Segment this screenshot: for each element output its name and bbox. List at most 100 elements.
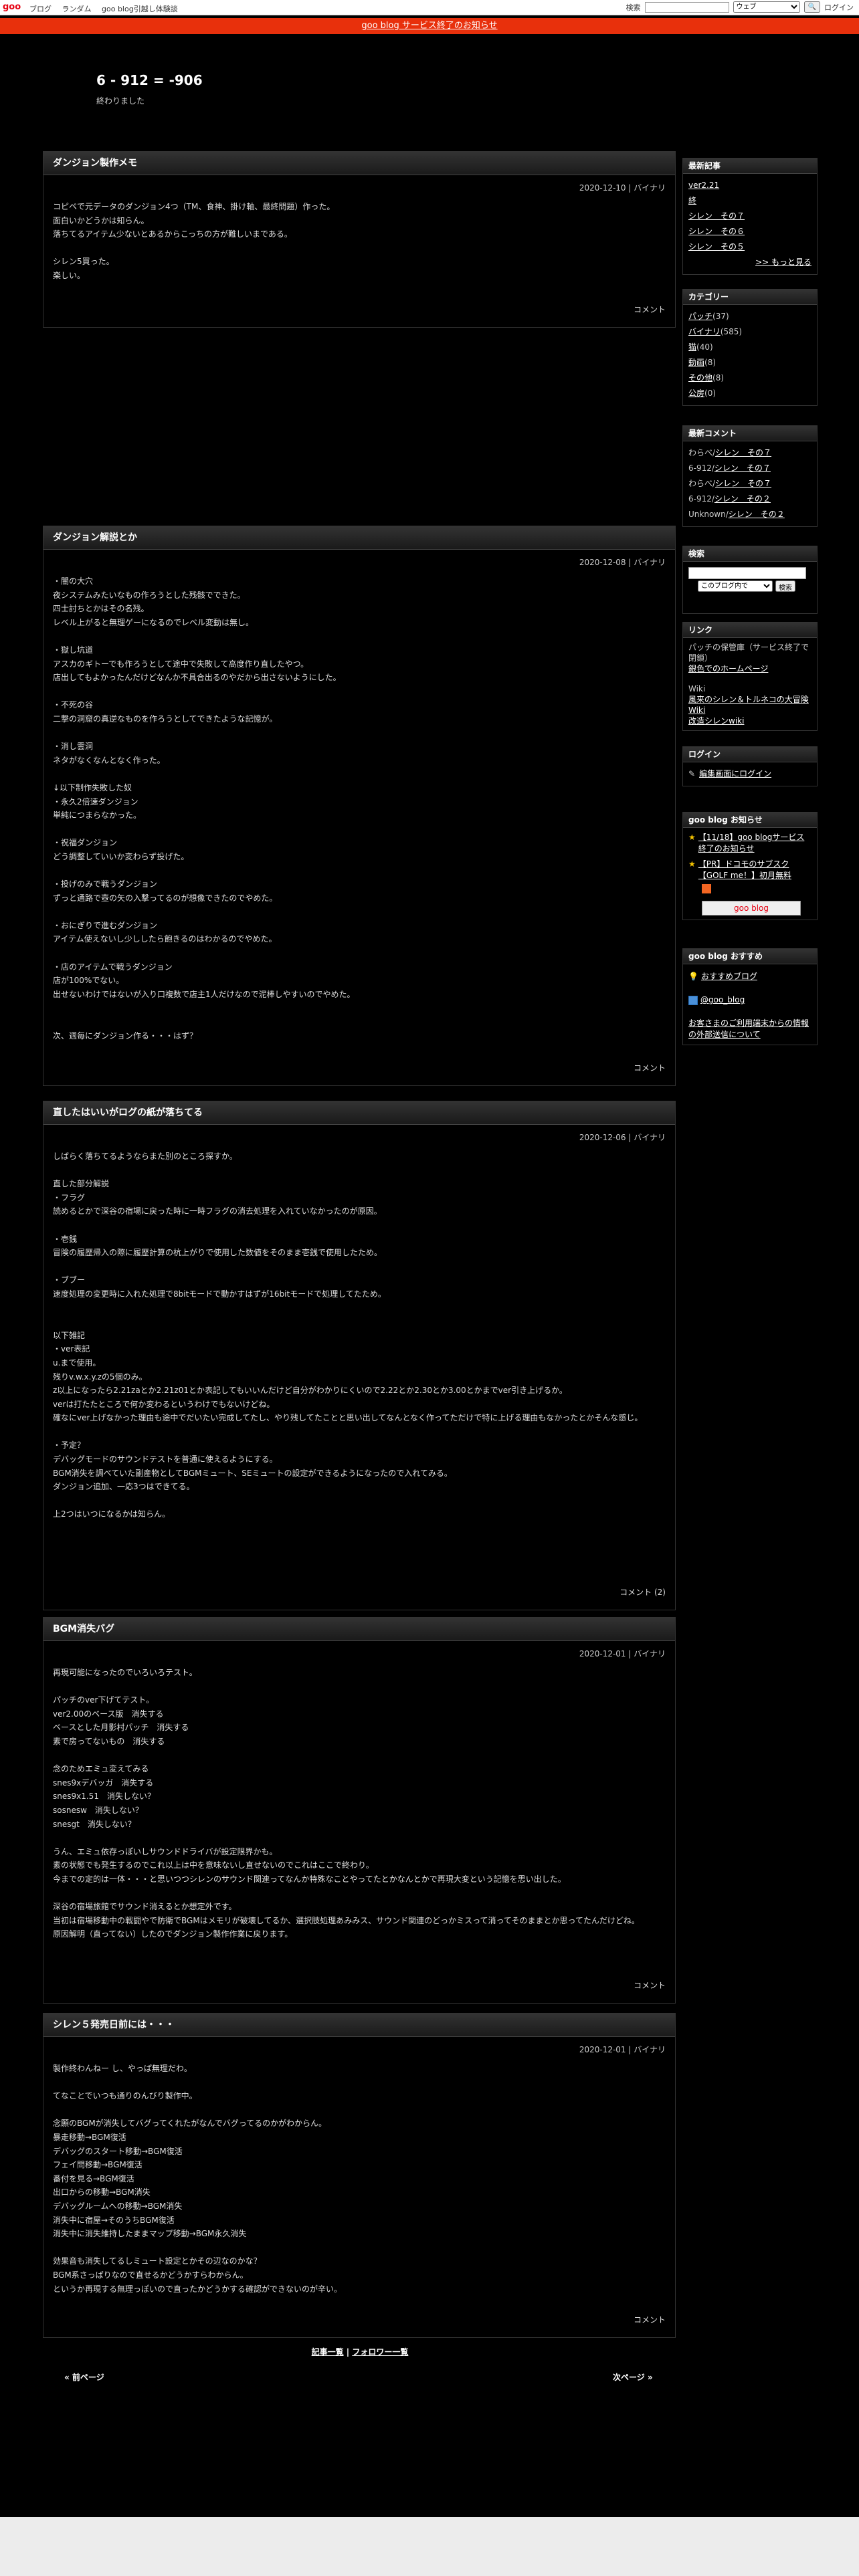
comment-link[interactable]: コメント	[634, 1062, 666, 1073]
search-heading: 検索	[683, 546, 817, 562]
article-meta[interactable]: 2020-12-01 | バイナリ	[43, 1641, 675, 1659]
goo-logo[interactable]: goo	[3, 2, 21, 12]
category-count: (8)	[704, 358, 717, 367]
comment-author: Unknown/	[688, 510, 729, 519]
blog-search-button[interactable]: 検索	[775, 580, 795, 592]
toolbar-search-button[interactable]: 🔍	[803, 1, 820, 13]
comment-link[interactable]: コメント	[634, 304, 666, 315]
article-list-link[interactable]: 記事一覧	[312, 2347, 344, 2357]
pager-separator: |	[346, 2347, 350, 2357]
comment-link[interactable]: コメント	[634, 1979, 666, 1991]
article-body: しばらく落ちてるようならまた別のところ探すか。 直した部分解説 ・フラグ 読める…	[53, 1152, 643, 1519]
toolbar-nav: ブログ ランダム goo blog引越し体験談	[29, 3, 186, 14]
article-body: 製作終わんねー し、やっぱ無理だわ。 てなことでいつも通りのんびり製作中。 念願…	[53, 2064, 343, 2294]
shiren-wiki-link[interactable]: 風来のシレン＆トルネコの大冒険 Wiki	[688, 695, 809, 715]
comment-link[interactable]: コメント (2)	[619, 1586, 666, 1598]
rss-icon[interactable]	[702, 884, 711, 893]
category-link[interactable]: 公房	[688, 389, 704, 398]
edit-login-link[interactable]: 編集画面にログイン	[699, 769, 771, 778]
article-meta[interactable]: 2020-12-08 | バイナリ	[43, 550, 675, 568]
wiki-label: Wiki	[688, 684, 706, 693]
link-note: パッチの保管庫（サービス終了で閉鎖）	[688, 643, 809, 663]
comment-article-link[interactable]: シレン その７	[715, 448, 771, 457]
goo-blog-button[interactable]: goo blog	[702, 901, 801, 916]
category-count: (40)	[696, 342, 713, 352]
star-icon: ★	[688, 833, 696, 842]
article-meta[interactable]: 2020-12-06 | バイナリ	[43, 1125, 675, 1143]
links-box: リンク パッチの保管庫（サービス終了で閉鎖） 銀色でのホームページ Wiki 風…	[682, 622, 818, 731]
article-title[interactable]: 直したはいいがログの紙が落ちてる	[43, 1101, 675, 1125]
mod-wiki-link[interactable]: 改造シレンwiki	[688, 716, 744, 726]
recent-articles-heading: 最新記事	[683, 158, 817, 174]
article-meta[interactable]: 2020-12-01 | バイナリ	[43, 2037, 675, 2055]
nav-blog[interactable]: ブログ	[29, 5, 52, 13]
comment-article-link[interactable]: シレン その７	[714, 463, 771, 473]
lightbulb-icon: 💡	[688, 972, 698, 981]
search-box: 検索 このブログ内で 検索	[682, 546, 818, 614]
more-articles-link[interactable]: >> もっと見る	[755, 257, 812, 267]
category-link[interactable]: パッチ	[688, 312, 712, 321]
toolbar-search-input[interactable]	[644, 1, 729, 13]
comment-author: わらべ/	[688, 448, 716, 457]
nav-migration[interactable]: goo blog引越し体験談	[102, 5, 178, 13]
homepage-link[interactable]: 銀色でのホームページ	[688, 664, 768, 673]
article: シレン５発売日前には・・・ 2020-12-01 | バイナリ 製作終わんねー …	[43, 2013, 676, 2338]
article-title[interactable]: シレン５発売日前には・・・	[43, 2014, 675, 2037]
article-body: 再現可能になったのでいろいろテスト。 パッチのver下げてテスト。 ver2.0…	[53, 1668, 640, 1939]
blog-search-scope[interactable]: このブログ内で	[698, 580, 773, 592]
recommend-blog-link[interactable]: おすすめブログ	[701, 972, 757, 981]
login-link[interactable]: ログイン	[824, 2, 854, 13]
service-end-link[interactable]: goo blog サービス終了のお知らせ	[361, 21, 497, 31]
article-title[interactable]: ダンジョン解説とか	[43, 526, 675, 550]
recent-article-link[interactable]: シレン その７	[688, 211, 745, 221]
docomo-pr-link[interactable]: 【PR】ドコモのサブスク【GOLF me！】初月無料	[698, 859, 812, 881]
category-count: (37)	[712, 312, 729, 321]
article: ダンジョン解説とか 2020-12-08 | バイナリ ・闇の大穴 夜システムみ…	[43, 526, 676, 1086]
external-transmission-link[interactable]: お客さまのご利用端末からの情報の外部送信について	[688, 1018, 809, 1039]
search-label: 検索	[626, 3, 641, 12]
article-meta[interactable]: 2020-12-10 | バイナリ	[43, 175, 675, 193]
next-page-link[interactable]: 次ページ »	[613, 2371, 653, 2383]
comment-article-link[interactable]: シレン その２	[714, 494, 771, 504]
categories-box: カテゴリー パッチ(37) バイナリ(585) 猫(40) 動画(8) その他(…	[682, 289, 818, 406]
category-link[interactable]: バイナリ	[688, 327, 721, 336]
recent-article-link[interactable]: シレン その６	[688, 227, 745, 236]
nav-random[interactable]: ランダム	[62, 5, 92, 13]
recent-comments-heading: 最新コメント	[683, 426, 817, 441]
search-scope-select[interactable]: ウェブ	[733, 1, 800, 13]
follower-list-link[interactable]: フォロワー一覧	[352, 2347, 408, 2357]
goo-toolbar: goo ブログ ランダム goo blog引越し体験談 検索 ウェブ 🔍 ログイ…	[0, 0, 859, 15]
recommend-box: goo blog おすすめ 💡 おすすめブログ @goo_blog お客さまのご利…	[682, 948, 818, 1045]
comment-article-link[interactable]: シレン その７	[715, 479, 771, 488]
goo-notice-heading: goo blog お知らせ	[683, 813, 817, 828]
article-title[interactable]: ダンジョン製作メモ	[43, 152, 675, 175]
toolbar-right: 検索 ウェブ 🔍 ログイン	[626, 1, 854, 13]
twitter-icon	[688, 995, 698, 1005]
comment-author: わらべ/	[688, 479, 716, 488]
login-heading: ログイン	[683, 747, 817, 762]
recent-article-link[interactable]: ver2.21	[688, 181, 719, 190]
category-link[interactable]: 動画	[688, 358, 704, 367]
category-link[interactable]: その他	[688, 373, 712, 383]
goo-blog-twitter-link[interactable]: @goo_blog	[700, 995, 745, 1004]
comment-article-link[interactable]: シレン その２	[729, 510, 785, 519]
comment-link[interactable]: コメント	[634, 2314, 666, 2325]
category-count: (8)	[712, 373, 725, 383]
blog-search-input[interactable]	[688, 567, 806, 579]
goo-notice-link[interactable]: 【11/18】goo blogサービス終了のお知らせ	[698, 832, 812, 855]
goo-notice-box: goo blog お知らせ ★ 【11/18】goo blogサービス終了のお知ら…	[682, 812, 818, 920]
category-link[interactable]: 猫	[688, 342, 696, 352]
article-title[interactable]: BGM消失バグ	[43, 1618, 675, 1641]
recent-article-link[interactable]: シレン その５	[688, 242, 745, 251]
blog-description: 終わりました	[96, 96, 145, 106]
article: 直したはいいがログの紙が落ちてる 2020-12-06 | バイナリ しばらく落…	[43, 1101, 676, 1610]
recent-article-link[interactable]: 終	[688, 196, 696, 205]
comment-author: 6-912/	[688, 463, 714, 473]
service-end-notice: goo blog サービス終了のお知らせ	[0, 18, 859, 34]
footer-band	[0, 2517, 859, 2576]
article-body: コピペで元データのダンジョン4つ（TM、食神、掛け軸、最終問題）作った。 面白い…	[53, 202, 335, 280]
prev-page-link[interactable]: « 前ページ	[64, 2371, 104, 2383]
recommend-heading: goo blog おすすめ	[683, 949, 817, 964]
categories-heading: カテゴリー	[683, 290, 817, 305]
blog-title[interactable]: 6 - 912 = -906	[96, 72, 203, 88]
